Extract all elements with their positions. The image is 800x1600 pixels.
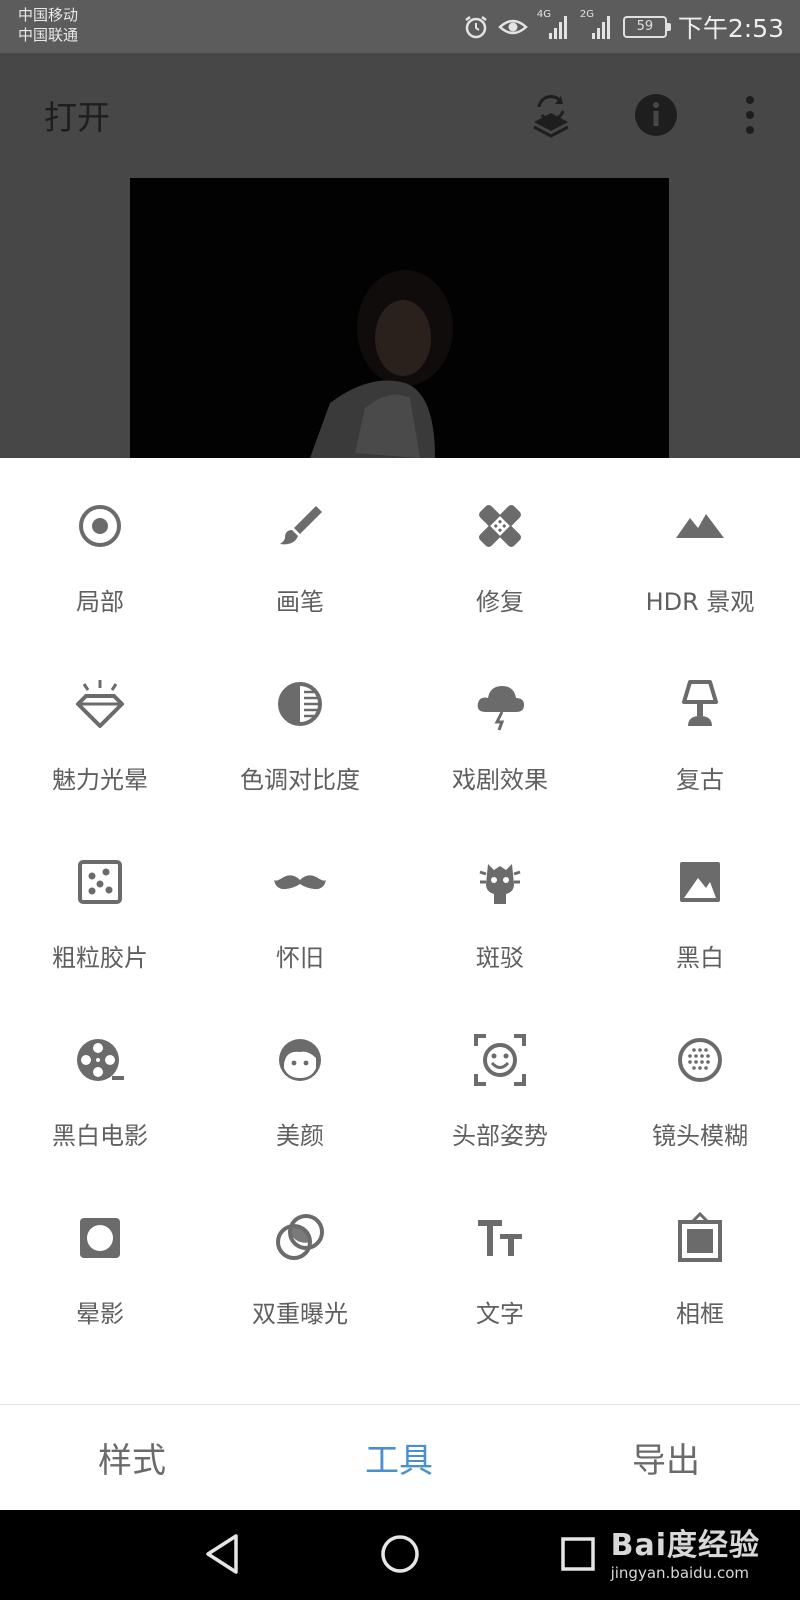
vignette-icon [80, 1218, 120, 1258]
tool-grainy-film[interactable]: 粗粒胶片 [0, 814, 200, 992]
tool-noir[interactable]: 黑白电影 [0, 992, 200, 1170]
double-exposure-icon [276, 1214, 324, 1260]
tool-label: 粗粒胶片 [52, 944, 148, 972]
text-icon [478, 1220, 522, 1256]
tool-label: 相框 [676, 1300, 724, 1328]
tool-label: 晕影 [76, 1300, 124, 1328]
tool-vignette[interactable]: 晕影 [0, 1170, 200, 1348]
bw-photo-icon [680, 862, 720, 902]
clock: 下午2:53 [677, 14, 784, 43]
tool-retrolux[interactable]: 怀旧 [200, 814, 400, 992]
signal-icon [548, 16, 567, 39]
tool-label: 镜头模糊 [652, 1122, 748, 1150]
carrier-2: 中国联通 [18, 26, 79, 44]
tool-label: 黑白 [676, 944, 724, 972]
mountains-icon [676, 514, 724, 538]
tool-label: 画笔 [276, 588, 324, 616]
lens-blur-icon [678, 1038, 722, 1082]
tool-label: 美颜 [276, 1122, 324, 1150]
home-icon[interactable] [378, 1532, 422, 1576]
tonal-contrast-icon [278, 682, 322, 726]
tool-vintage[interactable]: 复古 [600, 636, 800, 814]
alarm-icon [465, 16, 487, 39]
tool-brush[interactable]: 画笔 [200, 458, 400, 636]
eye-icon [498, 19, 528, 35]
tool-label: 魅力光晕 [52, 766, 148, 794]
tool-label: 黑白电影 [52, 1122, 148, 1150]
status-bar: 中国移动 中国联通 4G 2G 59 下午2:53 [0, 0, 800, 53]
tool-label: 复古 [676, 766, 724, 794]
signal-icon [591, 16, 610, 39]
grain-icon [78, 860, 122, 904]
more-icon[interactable] [740, 95, 760, 135]
tool-black-white[interactable]: 黑白 [600, 814, 800, 992]
carrier-info: 中国移动 中国联通 [18, 5, 78, 45]
tab-looks[interactable]: 样式 [98, 1433, 166, 1482]
tools-panel: 局部 画笔 修复 HDR 景观 魅力光晕 色调对比度 戏剧效果 复古 粗粒胶片 … [0, 458, 800, 1404]
back-icon[interactable] [202, 1532, 242, 1576]
signal-4g: 4G [537, 9, 571, 41]
tool-label: 色调对比度 [240, 766, 360, 794]
tool-label: 头部姿势 [452, 1122, 548, 1150]
watermark-logo: Bai度经验 [610, 1528, 760, 1563]
tool-label: HDR 景观 [645, 588, 755, 616]
bottom-tab-bar: 样式 工具 导出 [0, 1404, 800, 1510]
selective-icon [79, 505, 121, 547]
face-frame-icon [474, 1034, 526, 1086]
tool-double-exposure[interactable]: 双重曝光 [200, 1170, 400, 1348]
battery-icon: 59 [622, 16, 671, 38]
portrait-image [130, 178, 669, 458]
tool-label: 局部 [76, 588, 124, 616]
battery-level: 59 [636, 19, 654, 34]
tool-selective[interactable]: 局部 [0, 458, 200, 636]
tool-label: 双重曝光 [252, 1300, 348, 1328]
tool-label: 戏剧效果 [452, 766, 548, 794]
tool-drama[interactable]: 戏剧效果 [400, 636, 600, 814]
diamond-icon [76, 680, 124, 728]
mustache-icon [274, 875, 326, 890]
tool-glamour-glow[interactable]: 魅力光晕 [0, 636, 200, 814]
status-icons: 4G 2G 59 下午2:53 [463, 8, 784, 46]
open-button[interactable]: 打开 [44, 91, 110, 139]
navigation-bar: Bai度经验 jingyan.baidu.com [0, 1510, 800, 1600]
recents-icon[interactable] [558, 1532, 598, 1576]
signal-2g: 2G [580, 9, 614, 41]
cloud-lightning-icon [477, 686, 524, 731]
tool-head-pose[interactable]: 头部姿势 [400, 992, 600, 1170]
tab-tools[interactable]: 工具 [365, 1433, 433, 1482]
carrier-1: 中国移动 [18, 6, 79, 24]
tool-grunge[interactable]: 斑驳 [400, 814, 600, 992]
tab-export[interactable]: 导出 [632, 1433, 700, 1482]
tool-healing[interactable]: 修复 [400, 458, 600, 636]
photo-preview[interactable] [130, 178, 669, 458]
healing-icon [479, 505, 521, 547]
tool-hdr[interactable]: HDR 景观 [600, 458, 800, 636]
tool-label: 文字 [476, 1300, 524, 1328]
tool-text[interactable]: 文字 [400, 1170, 600, 1348]
app-header: 打开 [0, 53, 800, 458]
tool-label: 斑驳 [476, 944, 524, 972]
tool-frames[interactable]: 相框 [600, 1170, 800, 1348]
tool-portrait[interactable]: 美颜 [200, 992, 400, 1170]
watermark: Bai度经验 jingyan.baidu.com [611, 1520, 760, 1582]
film-reel-icon [77, 1039, 124, 1081]
info-icon[interactable] [634, 93, 678, 137]
tool-tonal-contrast[interactable]: 色调对比度 [200, 636, 400, 814]
tool-lens-blur[interactable]: 镜头模糊 [600, 992, 800, 1170]
guitar-icon [479, 864, 521, 904]
face-icon [279, 1039, 321, 1081]
brush-icon [280, 506, 322, 545]
tool-label: 怀旧 [276, 944, 324, 972]
watermark-url: jingyan.baidu.com [610, 1564, 750, 1582]
lamp-icon [682, 680, 718, 726]
frame-icon [678, 1211, 722, 1262]
layers-icon[interactable] [530, 93, 572, 139]
tool-label: 修复 [476, 588, 524, 616]
